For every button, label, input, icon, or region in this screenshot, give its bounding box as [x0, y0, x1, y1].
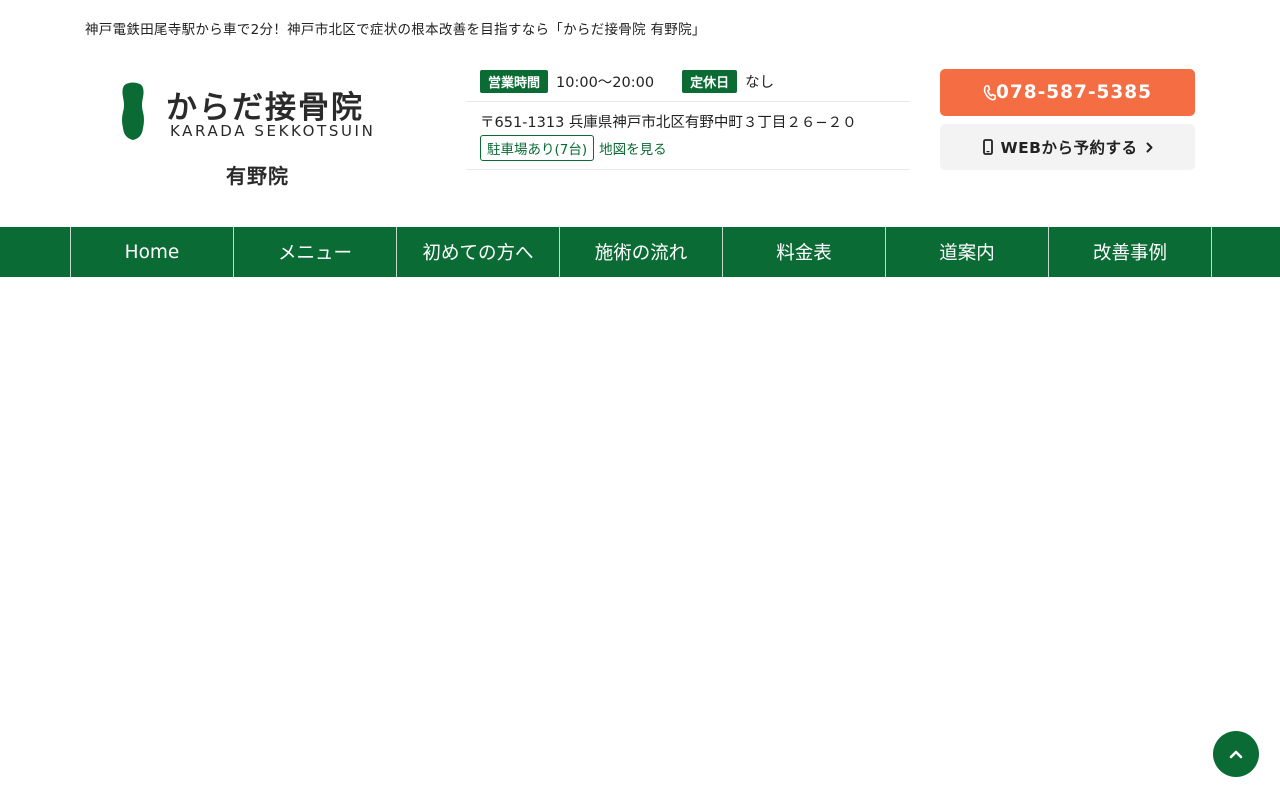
global-navigation: Home メニュー 初めての方へ 施術の流れ 料金表 道案内 改善事例: [0, 227, 1280, 277]
nav-item-first-visit[interactable]: 初めての方へ: [397, 227, 560, 277]
address-row: 〒651-1313 兵庫県神戸市北区有野中町３丁目２６−２０ 駐車場あり(7台)…: [466, 102, 910, 170]
nav-item-directions[interactable]: 道案内: [886, 227, 1049, 277]
nav-list: Home メニュー 初めての方へ 施術の流れ 料金表 道案内 改善事例: [70, 227, 1212, 277]
web-reservation-label: WEBから予約する: [1000, 139, 1138, 157]
logo-name: からだ接骨院: [166, 90, 364, 126]
nav-item-price-list[interactable]: 料金表: [723, 227, 886, 277]
nav-item-home[interactable]: Home: [71, 227, 234, 277]
parking-map-row: 駐車場あり(7台) 地図を見る: [480, 135, 910, 161]
hours-row: 営業時間 10:00〜20:00 定休日 なし: [466, 62, 910, 102]
site-tagline: 神戸電鉄田尾寺駅から車で2分！神戸市北区で症状の根本改善を目指すなら「からだ接骨…: [85, 22, 706, 38]
hours-value: 10:00〜20:00: [556, 75, 655, 91]
clinic-address: 〒651-1313 兵庫県神戸市北区有野中町３丁目２６−２０: [480, 115, 857, 131]
map-link[interactable]: 地図を見る: [599, 138, 667, 158]
logo-branch-name: 有野院: [226, 164, 289, 188]
hours-label: 営業時間: [480, 70, 549, 93]
chevron-right-icon: [1146, 142, 1153, 153]
nav-item-menu[interactable]: メニュー: [234, 227, 397, 277]
phone-icon: [983, 84, 996, 101]
nav-item-treatment-flow[interactable]: 施術の流れ: [560, 227, 723, 277]
tel-button[interactable]: 078-587-5385: [940, 69, 1195, 116]
nav-item-case-studies[interactable]: 改善事例: [1049, 227, 1212, 277]
tel-number: 078-587-5385: [995, 82, 1153, 103]
web-reservation-button[interactable]: WEBから予約する: [940, 124, 1195, 170]
clinic-info: 営業時間 10:00〜20:00 定休日 なし 〒651-1313 兵庫県神戸市…: [466, 62, 910, 170]
logo-roman: KARADA SEKKOTSUIN: [170, 122, 376, 140]
closed-day-value: なし: [745, 75, 775, 91]
logo-mark-icon: [122, 82, 144, 140]
closed-day-label: 定休日: [682, 70, 738, 93]
mobile-phone-icon: [982, 139, 993, 155]
site-logo-link[interactable]: からだ接骨院 KARADA SEKKOTSUIN 有野院: [118, 82, 388, 192]
parking-badge: 駐車場あり(7台): [480, 135, 595, 161]
chevron-up-icon: [1229, 749, 1243, 759]
back-to-top-button[interactable]: [1213, 731, 1259, 777]
